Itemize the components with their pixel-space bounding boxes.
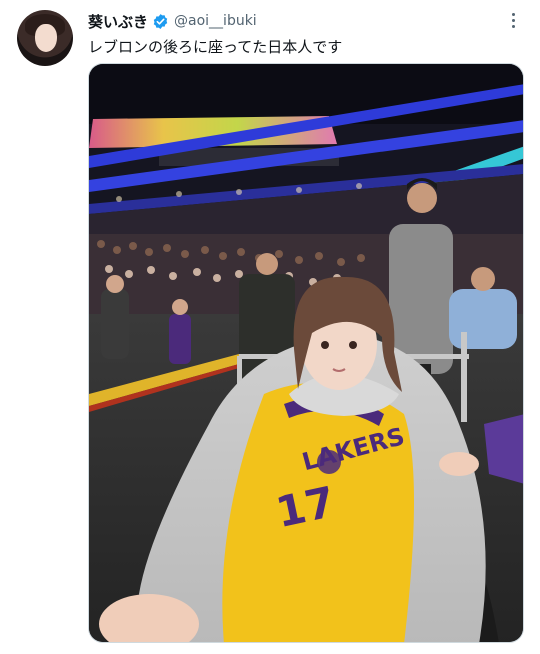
tweet-header: 葵いぶき @aoi__ibuki <box>88 10 257 32</box>
tweet-photo[interactable]: LAKERS 17 <box>88 63 524 643</box>
author-handle[interactable]: @aoi__ibuki <box>174 13 257 29</box>
verified-badge-icon <box>153 13 168 29</box>
tweet-card: 葵いぶき @aoi__ibuki レブロンの後ろに座ってた日本人です LAKER… <box>0 0 540 654</box>
tweet-text: レブロンの後ろに座ってた日本人です <box>88 38 343 56</box>
more-options-icon[interactable] <box>506 10 520 30</box>
avatar[interactable] <box>17 10 73 66</box>
author-name[interactable]: 葵いぶき <box>88 11 148 32</box>
arena-photo: LAKERS 17 <box>89 64 523 642</box>
